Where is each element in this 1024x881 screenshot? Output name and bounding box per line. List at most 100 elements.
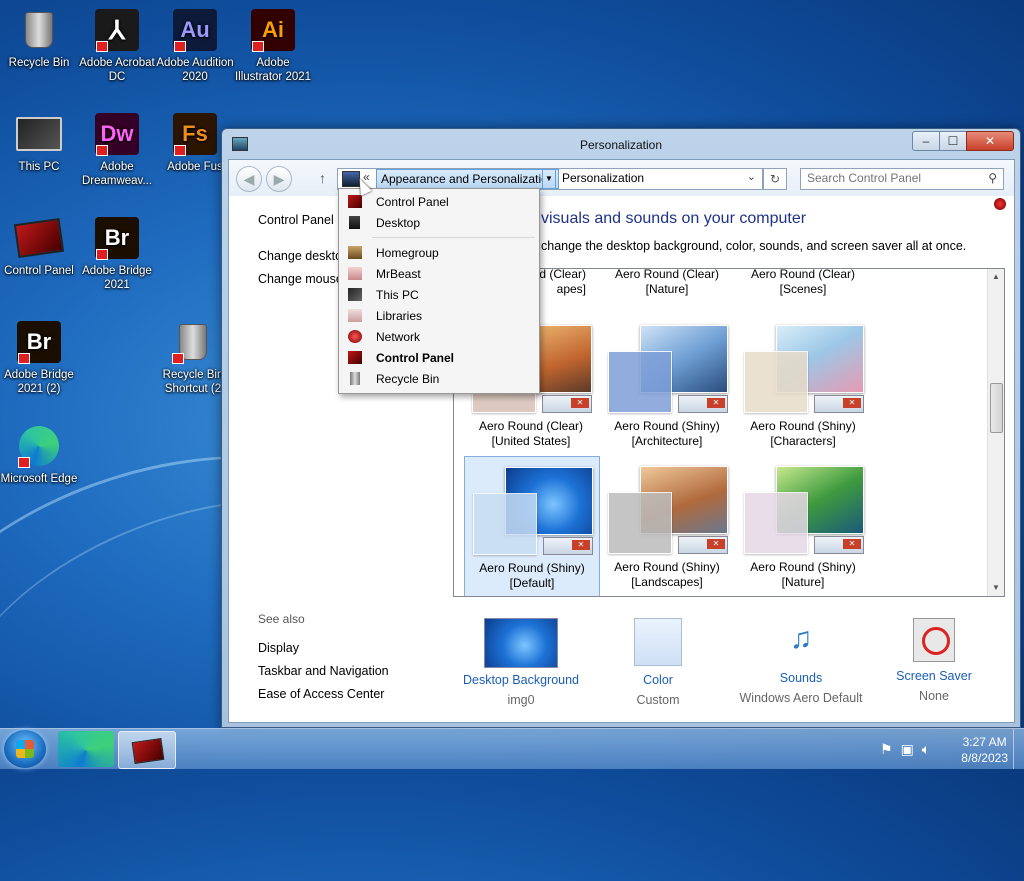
desktop-icon-acrobat[interactable]: ⅄ Adobe Acrobat DC: [78, 8, 156, 84]
menu-item-homegroup[interactable]: Homegroup: [339, 243, 537, 263]
clock-time: 3:27 AM: [962, 735, 1007, 749]
theme-preview: ✕: [744, 321, 864, 413]
menu-item-label: Libraries: [376, 309, 423, 323]
search-input[interactable]: [801, 169, 983, 187]
theme-tile-selected[interactable]: ✕ Aero Round (Shiny) [Default]: [464, 456, 600, 596]
computer-icon: [348, 288, 362, 301]
breadcrumb-appearance[interactable]: Appearance and Personalization: [376, 169, 560, 189]
desktop-background-option[interactable]: Desktop Background img0: [461, 612, 581, 710]
sounds-option[interactable]: ♫ Sounds Windows Aero Default: [731, 612, 871, 708]
screen-saver-option[interactable]: Screen Saver None: [889, 612, 979, 706]
network-icon: [348, 330, 362, 343]
desktop-icon-audition[interactable]: Au Adobe Audition 2020: [156, 8, 234, 84]
help-icon[interactable]: [994, 198, 1006, 210]
search-box[interactable]: ⚲: [800, 168, 1004, 190]
search-icon[interactable]: ⚲: [988, 171, 997, 185]
flag-icon[interactable]: ⚑: [880, 741, 901, 757]
see-also-title: See also: [258, 612, 305, 626]
desktop-icon-illustrator[interactable]: Ai Adobe Illustrator 2021: [234, 8, 312, 84]
menu-item-this-pc[interactable]: This PC: [339, 285, 537, 305]
taskbar-navigation-link[interactable]: Taskbar and Navigation: [258, 664, 389, 678]
desktop-background-icon: [484, 618, 558, 668]
maximize-button[interactable]: ☐: [939, 131, 967, 151]
scroll-up-arrow[interactable]: ▲: [988, 269, 1004, 285]
edge-icon: [73, 737, 99, 763]
minimize-button[interactable]: –: [912, 131, 940, 151]
address-bar[interactable]: « Appearance and Personalization ▼ Perso…: [337, 168, 763, 190]
system-tray: ⚑▣🔈︎: [880, 741, 938, 758]
user-folder-icon: [348, 267, 362, 280]
desktop-icon: [349, 216, 360, 229]
breadcrumb-dropdown-arrow[interactable]: ▼: [542, 169, 556, 189]
control-panel-icon: [348, 351, 362, 364]
page-description: change the desktop background, color, so…: [541, 239, 967, 253]
menu-item-label: This PC: [376, 288, 419, 302]
recycle-bin-icon: [170, 320, 216, 364]
theme-preview: ✕: [608, 462, 728, 554]
theme-tile[interactable]: ✕ Aero Round (Shiny) [Architecture]: [600, 315, 734, 455]
illustrator-icon: Ai: [250, 8, 296, 52]
desktop-icon-dreamweaver[interactable]: Dw Adobe Dreamweav...: [78, 112, 156, 188]
menu-item-control-panel[interactable]: Control Panel: [339, 192, 537, 212]
menu-item-recycle-bin[interactable]: Recycle Bin: [339, 369, 537, 389]
ease-of-access-link[interactable]: Ease of Access Center: [258, 687, 384, 701]
theme-label: Aero Round (Shiny) [Nature]: [750, 560, 856, 589]
scroll-thumb[interactable]: [990, 383, 1003, 433]
chevron-down-icon[interactable]: ⌄: [747, 170, 756, 183]
scroll-down-arrow[interactable]: ▼: [988, 580, 1004, 596]
control-panel-icon: [348, 195, 362, 208]
display-link[interactable]: Display: [258, 641, 299, 655]
color-icon: [634, 618, 682, 666]
menu-item-desktop[interactable]: Desktop: [339, 213, 537, 233]
menu-item-mrbeast[interactable]: MrBeast: [339, 264, 537, 284]
back-arrow-icon: ◀: [243, 170, 255, 187]
screen-saver-value: None: [919, 689, 949, 703]
theme-label: Aero Round (Shiny) [Landscapes]: [614, 560, 720, 589]
desktop-icon-label: Adobe Audition 2020: [156, 57, 234, 83]
theme-preview: ✕: [744, 462, 864, 554]
volume-icon[interactable]: 🔈︎: [922, 741, 938, 757]
back-button[interactable]: ◀: [236, 166, 262, 192]
acrobat-icon: ⅄: [94, 8, 140, 52]
theme-tile[interactable]: ✕ Aero Round (Shiny) [Characters]: [736, 315, 870, 455]
change-desktop-icons-link[interactable]: Change deskto: [258, 249, 342, 263]
close-button[interactable]: ✕: [966, 131, 1014, 151]
breadcrumb-personalization[interactable]: Personalization: [562, 171, 644, 185]
control-panel-home-link[interactable]: Control Panel H: [258, 213, 346, 227]
desktop-icon-label: Adobe Dreamweav...: [81, 161, 153, 187]
desktop-icon-edge[interactable]: Microsoft Edge: [0, 424, 78, 486]
themes-scrollbar[interactable]: ▲ ▼: [987, 269, 1004, 596]
desktop-icon-label: Adobe Acrobat DC: [79, 57, 155, 83]
menu-item-control-panel-current[interactable]: Control Panel: [339, 348, 537, 368]
desktop-icon-recycle-bin[interactable]: Recycle Bin: [0, 8, 78, 70]
up-button[interactable]: ↑: [319, 170, 326, 186]
taskbar-control-panel-button[interactable]: [118, 731, 176, 769]
desktop-icon-this-pc[interactable]: This PC: [0, 112, 78, 174]
theme-label: Aero Round (Shiny) [Characters]: [750, 419, 856, 448]
show-desktop-button[interactable]: [1013, 729, 1024, 769]
edge-icon: [16, 424, 62, 468]
desktop-icon-bridge[interactable]: Br Adobe Bridge 2021: [78, 216, 156, 292]
menu-item-libraries[interactable]: Libraries: [339, 306, 537, 326]
taskbar-edge-button[interactable]: [58, 731, 114, 767]
bridge-icon: Br: [16, 320, 62, 364]
theme-tile[interactable]: ✕ Aero Round (Shiny) [Landscapes]: [600, 456, 734, 596]
theme-tile[interactable]: Aero Round (Clear) [Nature]: [600, 269, 734, 303]
change-mouse-pointers-link[interactable]: Change mouse: [258, 272, 343, 286]
color-option[interactable]: Color Custom: [610, 612, 706, 710]
theme-preview: ✕: [473, 463, 593, 555]
theme-tile[interactable]: ✕ Aero Round (Shiny) [Nature]: [736, 456, 870, 596]
clock[interactable]: 3:27 AM 8/8/2023: [961, 734, 1008, 766]
forward-button[interactable]: ▶: [266, 166, 292, 192]
menu-item-network[interactable]: Network: [339, 327, 537, 347]
theme-tile[interactable]: Aero Round (Clear) [Scenes]: [736, 269, 870, 303]
desktop-icon-bridge-2[interactable]: Br Adobe Bridge 2021 (2): [0, 320, 78, 396]
start-button[interactable]: [4, 730, 46, 768]
desktop-icon-control-panel[interactable]: Control Panel: [0, 216, 78, 278]
screen-saver-icon: [913, 618, 955, 662]
title-bar[interactable]: Personalization – ☐ ✕: [222, 129, 1020, 159]
network-icon[interactable]: ▣: [901, 741, 922, 757]
control-panel-icon: [13, 216, 65, 260]
computer-icon: [16, 112, 62, 156]
refresh-button[interactable]: ↻: [763, 168, 787, 190]
